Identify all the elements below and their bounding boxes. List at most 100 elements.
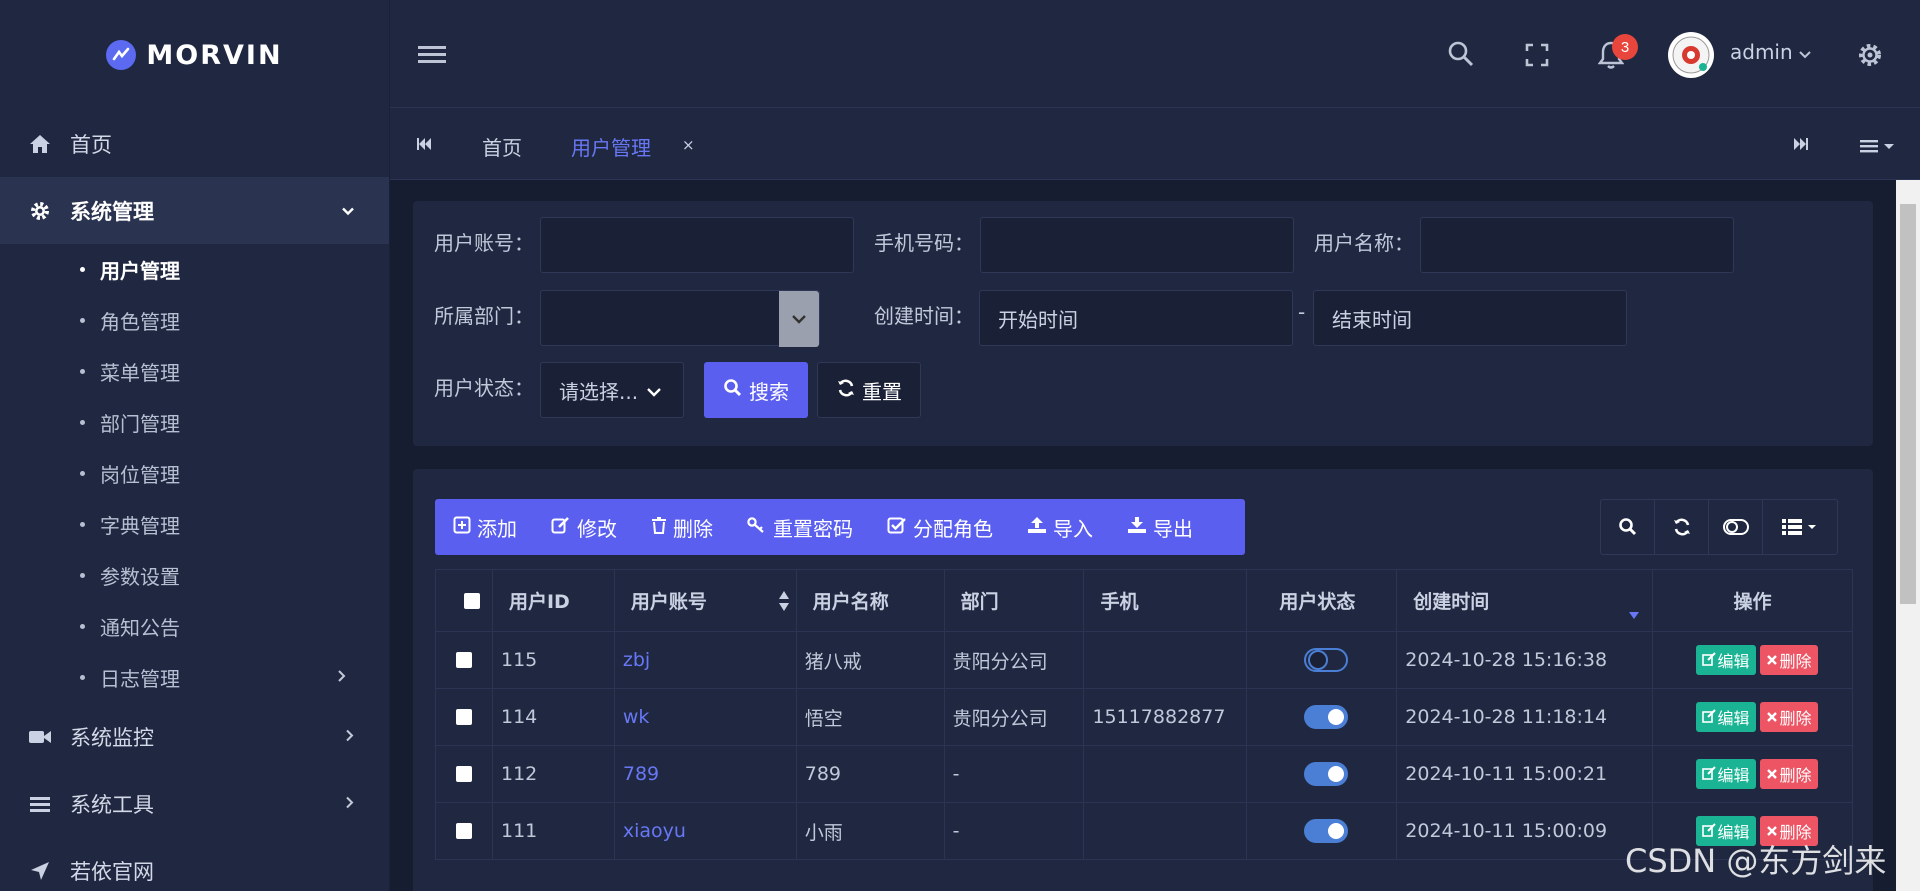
close-icon bbox=[1766, 651, 1778, 670]
status-select[interactable]: 请选择... bbox=[540, 362, 684, 418]
columns-icon[interactable] bbox=[1763, 500, 1837, 554]
add-button[interactable]: 添加 bbox=[453, 513, 517, 542]
cell-account[interactable]: 789 bbox=[613, 745, 797, 803]
cell-phone: 15117882877 bbox=[1083, 688, 1248, 746]
toggle-icon[interactable] bbox=[1709, 500, 1763, 554]
row-delete-button[interactable]: 删除 bbox=[1759, 702, 1818, 732]
sidebar: MORVIN 首页 系统管理 用户管理 角色管理 菜单管理 部门管理 岗位管理 … bbox=[0, 0, 390, 891]
close-icon bbox=[1766, 708, 1778, 727]
name-input[interactable] bbox=[1420, 217, 1734, 273]
send-icon bbox=[28, 859, 52, 883]
assign-role-button[interactable]: 分配角色 bbox=[887, 513, 993, 542]
avatar[interactable] bbox=[1668, 32, 1714, 78]
phone-input[interactable] bbox=[980, 217, 1294, 273]
cell-status bbox=[1246, 745, 1398, 803]
sidebar-item-dicts[interactable]: 字典管理 bbox=[0, 499, 389, 550]
reset-password-button[interactable]: 重置密码 bbox=[747, 513, 853, 542]
row-delete-button[interactable]: 删除 bbox=[1759, 759, 1818, 789]
sidebar-item-users[interactable]: 用户管理 bbox=[0, 244, 389, 295]
col-header-created[interactable]: 创建时间 bbox=[1396, 569, 1654, 632]
sidebar-item-posts[interactable]: 岗位管理 bbox=[0, 448, 389, 499]
main-content: 用户账号： 手机号码： 用户名称： 所属部门： 创建时间： 开始时间 - 结束时… bbox=[390, 180, 1896, 891]
menu-toggle-icon[interactable] bbox=[418, 44, 446, 70]
tab-home[interactable]: 首页 bbox=[482, 132, 522, 161]
sidebar-item-menus[interactable]: 菜单管理 bbox=[0, 346, 389, 397]
select-all-checkbox[interactable] bbox=[464, 592, 480, 609]
tab-close-icon[interactable]: × bbox=[682, 136, 695, 154]
sort-icon[interactable] bbox=[778, 589, 790, 618]
settings-gear-icon[interactable] bbox=[1857, 42, 1883, 72]
cell-dept: - bbox=[943, 802, 1085, 860]
notification-badge: 3 bbox=[1612, 34, 1638, 60]
row-checkbox[interactable] bbox=[456, 823, 472, 839]
search-icon[interactable] bbox=[1601, 500, 1655, 554]
table-row[interactable]: 112 789 789 - 2024-10-11 15:00:21 编辑 删除 bbox=[435, 745, 1853, 803]
tab-scroll-right-icon[interactable] bbox=[1793, 136, 1809, 155]
delete-button[interactable]: 删除 bbox=[651, 513, 713, 542]
row-checkbox[interactable] bbox=[456, 652, 472, 668]
status-toggle[interactable] bbox=[1303, 762, 1348, 786]
sidebar-item-website[interactable]: 若依官网 bbox=[0, 837, 389, 891]
status-toggle[interactable] bbox=[1303, 648, 1348, 672]
user-menu[interactable]: admin bbox=[1730, 40, 1811, 64]
export-button[interactable]: 导出 bbox=[1127, 513, 1193, 542]
row-delete-button[interactable]: 删除 bbox=[1759, 645, 1818, 675]
sidebar-item-notices[interactable]: 通知公告 bbox=[0, 601, 389, 652]
end-time-input[interactable]: 结束时间 bbox=[1313, 290, 1627, 346]
sidebar-item-label: 菜单管理 bbox=[100, 361, 180, 385]
status-toggle[interactable] bbox=[1303, 819, 1348, 843]
sidebar-item-monitor[interactable]: 系统监控 bbox=[0, 703, 389, 770]
add-label: 添加 bbox=[477, 516, 517, 541]
brand-logo[interactable]: MORVIN bbox=[0, 0, 389, 110]
cell-account[interactable]: xiaoyu bbox=[613, 802, 797, 860]
cell-account[interactable]: wk bbox=[613, 688, 797, 746]
row-checkbox[interactable] bbox=[456, 766, 472, 782]
reset-button[interactable]: 重置 bbox=[817, 362, 921, 418]
row-edit-button[interactable]: 编辑 bbox=[1695, 645, 1756, 675]
sidebar-item-logs[interactable]: 日志管理 bbox=[0, 652, 389, 703]
scrollbar-thumb[interactable] bbox=[1900, 204, 1916, 604]
sidebar-item-roles[interactable]: 角色管理 bbox=[0, 295, 389, 346]
cell-id: 112 bbox=[491, 745, 615, 803]
row-edit-label: 编辑 bbox=[1717, 766, 1750, 785]
cell-created: 2024-10-28 11:18:14 bbox=[1396, 688, 1654, 746]
sidebar-item-tools[interactable]: 系统工具 bbox=[0, 770, 389, 837]
account-input[interactable] bbox=[540, 217, 854, 273]
chevron-down-icon[interactable] bbox=[779, 291, 819, 347]
sidebar-item-depts[interactable]: 部门管理 bbox=[0, 397, 389, 448]
dept-label: 所属部门： bbox=[434, 304, 534, 328]
sidebar-item-params[interactable]: 参数设置 bbox=[0, 550, 389, 601]
sort-desc-icon[interactable] bbox=[1628, 604, 1640, 626]
table-row[interactable]: 114 wk 悟空 贵阳分公司 15117882877 2024-10-28 1… bbox=[435, 688, 1853, 746]
dept-select[interactable] bbox=[540, 290, 820, 347]
edit-label: 修改 bbox=[577, 516, 617, 541]
upload-icon bbox=[1027, 515, 1047, 539]
row-edit-button[interactable]: 编辑 bbox=[1695, 702, 1756, 732]
search-button[interactable]: 搜索 bbox=[704, 362, 808, 418]
cell-status bbox=[1246, 688, 1398, 746]
tab-scroll-left-icon[interactable] bbox=[416, 136, 432, 155]
tab-options-icon[interactable] bbox=[1860, 138, 1896, 157]
sidebar-item-label: 字典管理 bbox=[100, 514, 180, 538]
row-edit-button[interactable]: 编辑 bbox=[1695, 759, 1756, 789]
fullscreen-icon[interactable] bbox=[1525, 43, 1549, 71]
sidebar-item-system[interactable]: 系统管理 bbox=[0, 177, 389, 244]
page-scrollbar[interactable] bbox=[1896, 180, 1920, 891]
cell-actions: 编辑 删除 bbox=[1652, 631, 1853, 689]
col-header-account-label: 用户账号 bbox=[630, 591, 707, 613]
import-button[interactable]: 导入 bbox=[1027, 513, 1093, 542]
sidebar-item-home[interactable]: 首页 bbox=[0, 110, 389, 177]
row-checkbox[interactable] bbox=[456, 709, 472, 725]
cell-account[interactable]: zbj bbox=[613, 631, 797, 689]
start-time-input[interactable]: 开始时间 bbox=[979, 290, 1293, 346]
col-header-account[interactable]: 用户账号 bbox=[613, 569, 797, 632]
chevron-right-icon bbox=[337, 668, 347, 687]
status-toggle[interactable] bbox=[1303, 705, 1348, 729]
refresh-icon[interactable] bbox=[1655, 500, 1709, 554]
tab-user-management[interactable]: 用户管理 bbox=[571, 132, 651, 161]
table-row[interactable]: 115 zbj 猪八戒 贵阳分公司 2024-10-28 15:16:38 编辑… bbox=[435, 631, 1853, 689]
select-all-cell bbox=[435, 569, 493, 632]
search-icon[interactable] bbox=[1447, 40, 1475, 72]
edit-button[interactable]: 修改 bbox=[551, 513, 617, 542]
row-edit-label: 编辑 bbox=[1717, 709, 1750, 728]
